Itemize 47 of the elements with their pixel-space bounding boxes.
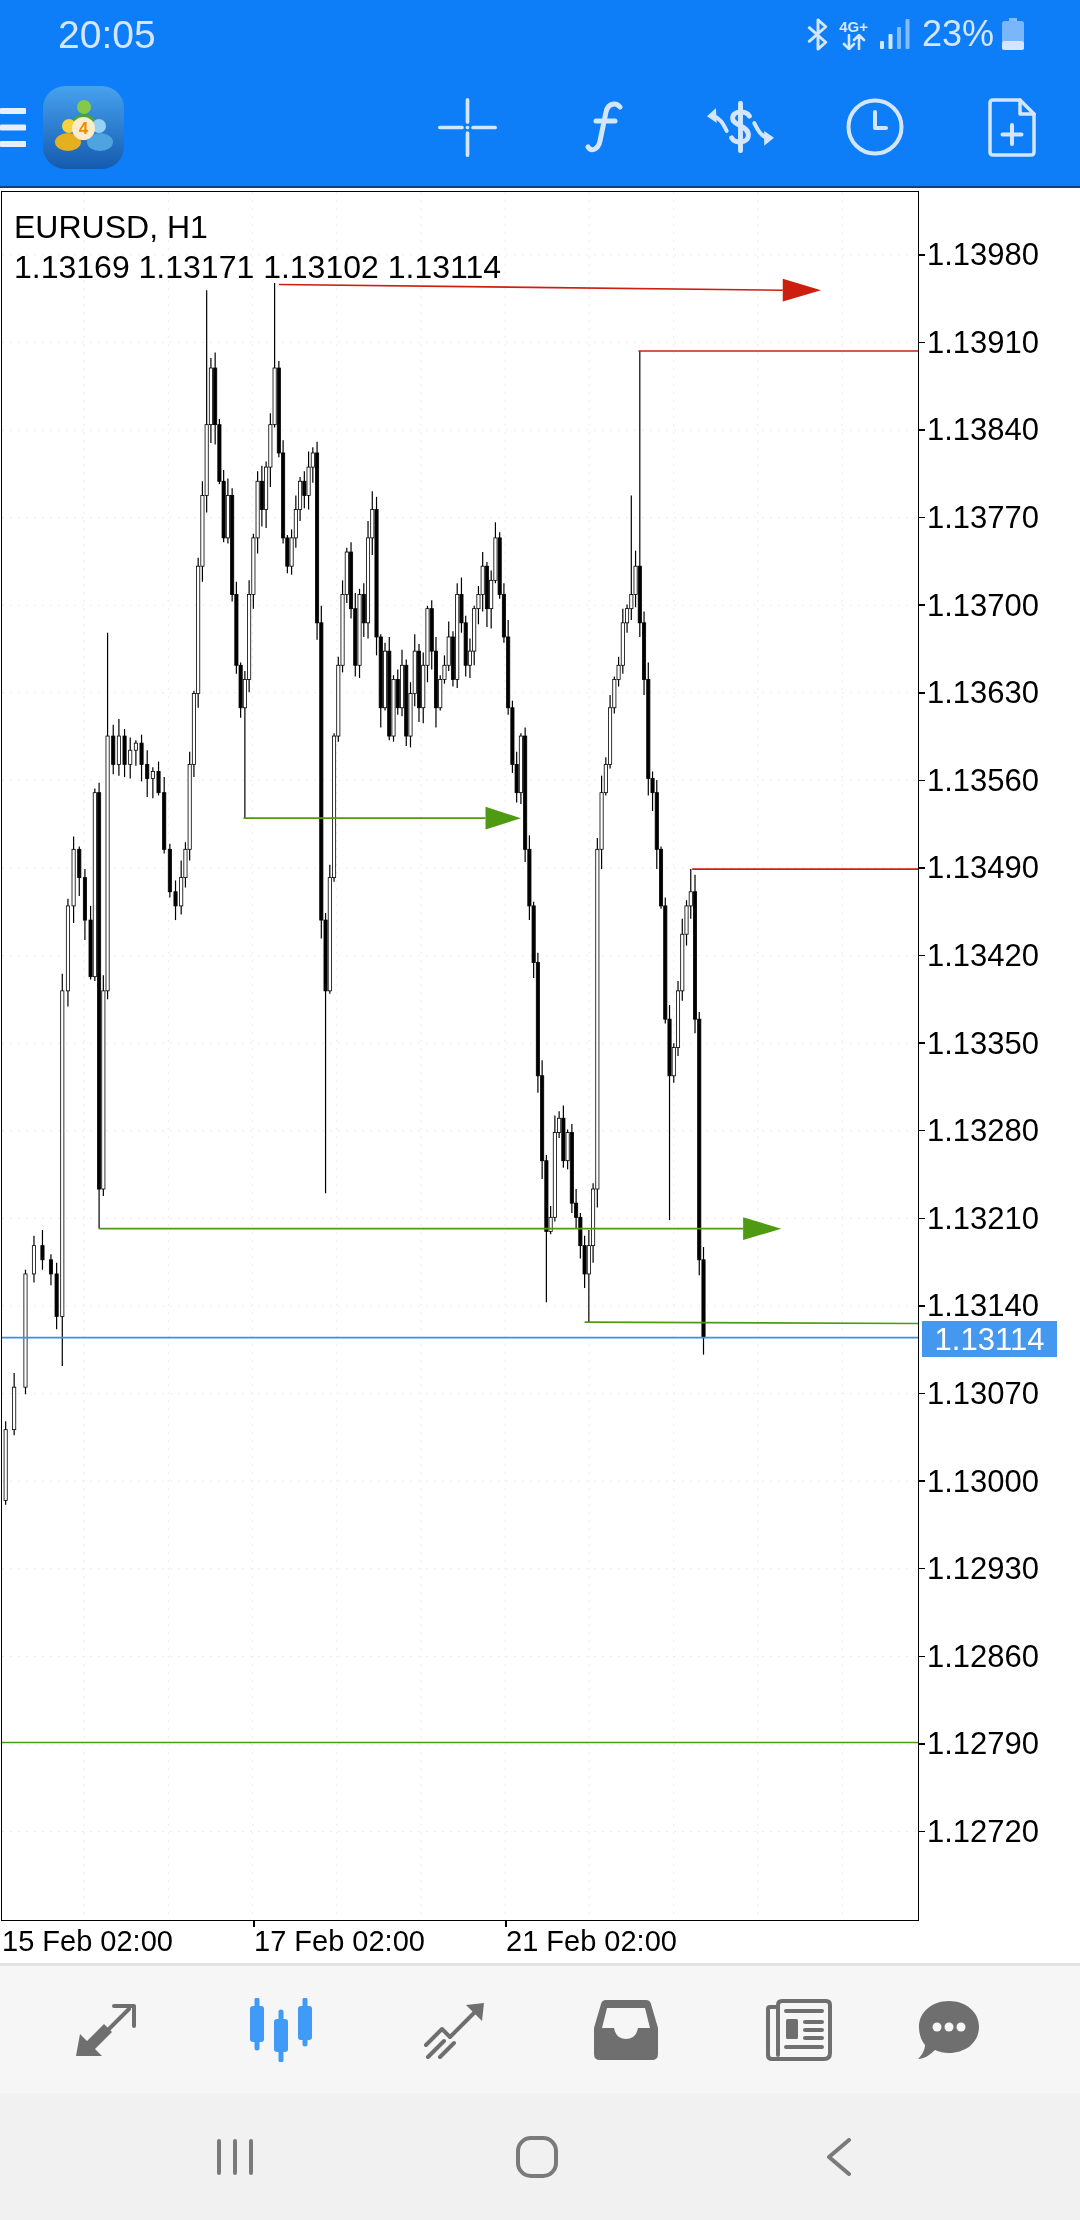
price-label: 1.13350 <box>927 1027 1040 1059</box>
battery-percent: 23% <box>921 16 994 52</box>
time-label: 15 Feb 02:00 <box>2 1927 173 1956</box>
chat-bubble-icon[interactable] <box>917 1998 981 2061</box>
file-plus-icon[interactable] <box>988 97 1036 157</box>
back-icon[interactable] <box>826 2137 852 2176</box>
price-label: 1.13910 <box>927 326 1040 358</box>
price-label: 1.13700 <box>927 589 1040 621</box>
menu-icon[interactable] <box>0 107 26 147</box>
function-icon[interactable] <box>585 101 623 153</box>
candlestick-icon[interactable] <box>248 1997 314 2062</box>
data-arrows-icon <box>841 33 866 50</box>
home-icon[interactable] <box>516 2135 558 2178</box>
newspaper-icon[interactable] <box>766 1998 832 2061</box>
chart-title: EURUSD, H1 <box>14 211 208 243</box>
price-label: 1.12930 <box>927 1553 1040 1585</box>
dollar-arrows-icon[interactable] <box>706 101 775 153</box>
clock-time: 20:05 <box>58 14 156 54</box>
price-label: 1.13560 <box>927 764 1040 796</box>
ohlc-values: 1.13169 1.13171 1.13102 1.13114 <box>14 251 501 283</box>
price-label: 1.13210 <box>927 1202 1040 1234</box>
clock-icon[interactable] <box>846 98 904 156</box>
battery-icon <box>1002 18 1024 50</box>
price-label: 1.13840 <box>927 414 1040 446</box>
price-label: 1.12860 <box>927 1640 1040 1672</box>
time-label: 17 Feb 02:00 <box>254 1927 425 1956</box>
price-label: 1.13000 <box>927 1465 1040 1497</box>
price-label: 1.13770 <box>927 502 1040 534</box>
chart-area[interactable]: EURUSD, H1 1.13169 1.13171 1.13102 1.13114 <box>1 191 919 1921</box>
signal-bars-icon <box>879 19 910 49</box>
price-label: 1.13490 <box>927 852 1040 884</box>
price-label: 1.13280 <box>927 1115 1040 1147</box>
price-label: 1.13070 <box>927 1378 1040 1409</box>
price-label: 1.12790 <box>927 1728 1040 1760</box>
time-label: 21 Feb 02:00 <box>506 1927 677 1956</box>
inbox-tray-icon[interactable] <box>594 1999 658 2060</box>
price-label: 1.13140 <box>927 1290 1040 1322</box>
price-label: 1.13420 <box>927 940 1040 972</box>
bluetooth-icon <box>807 17 830 51</box>
network-type-label: 4G+ <box>839 18 868 34</box>
current-price-label: 1.13114 <box>922 1321 1057 1357</box>
trend-arrow-icon[interactable] <box>422 2000 486 2059</box>
price-label: 1.12720 <box>927 1816 1040 1847</box>
crosshair-icon[interactable] <box>438 97 497 157</box>
recent-apps-icon[interactable] <box>216 2137 254 2176</box>
price-label: 1.13630 <box>927 677 1040 709</box>
price-label: 1.13980 <box>927 239 1040 271</box>
